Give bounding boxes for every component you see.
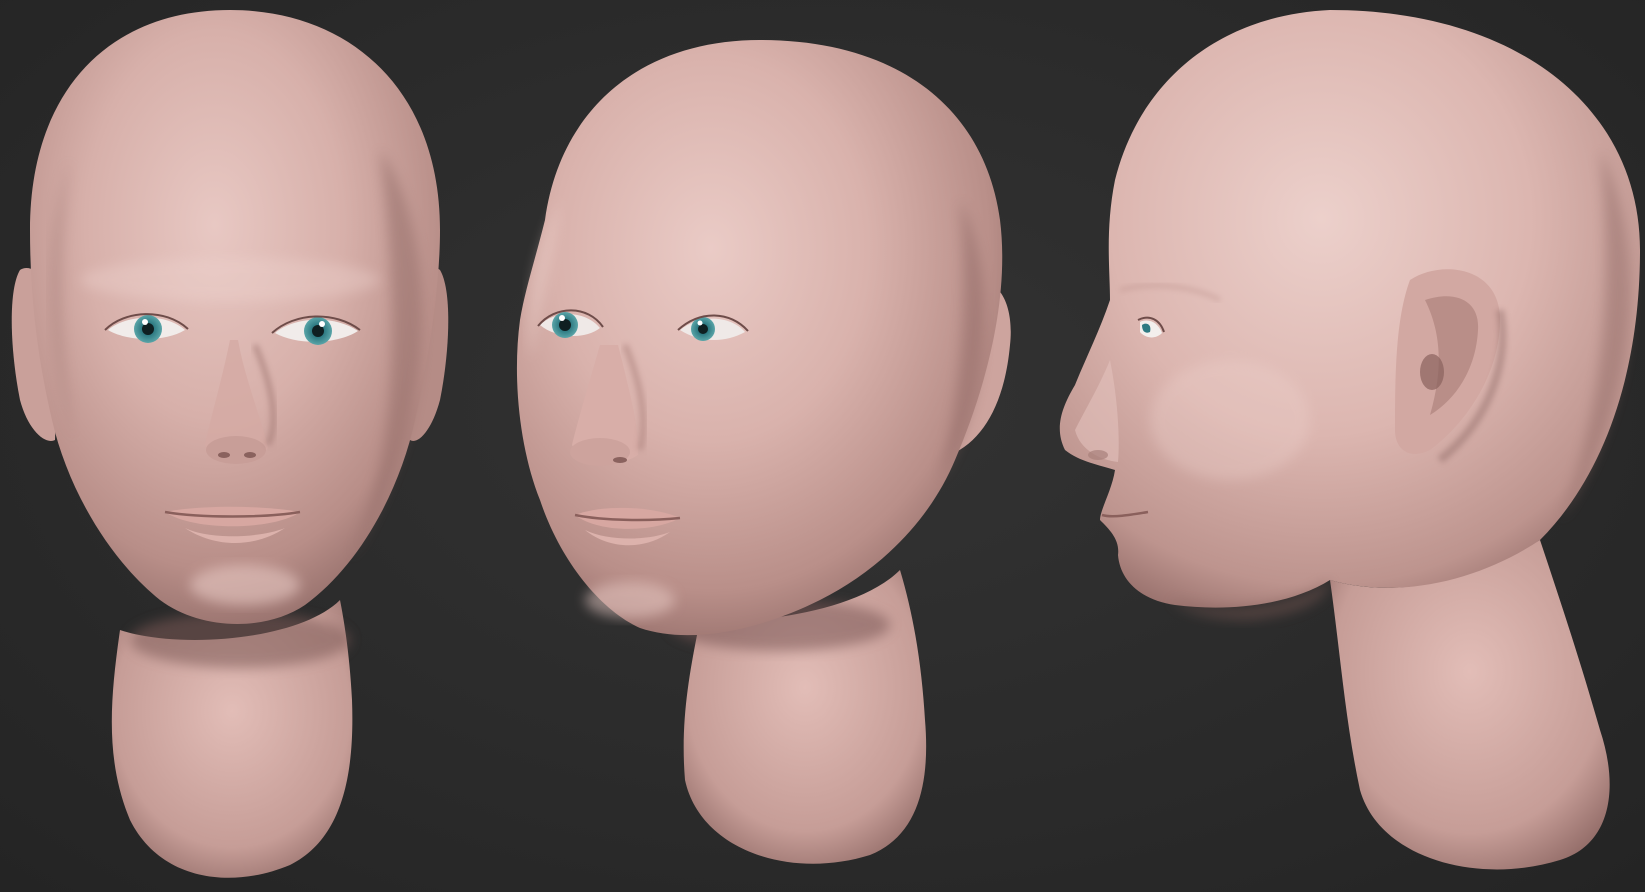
- front-view-head: [11, 10, 449, 878]
- tq-face: [516, 40, 1003, 636]
- render-canvas: [11, 10, 1640, 878]
- front-face: [30, 10, 440, 624]
- three-quarter-view-head: [516, 40, 1011, 864]
- side-profile-view-head: [1059, 10, 1640, 870]
- side-face: [1059, 10, 1640, 608]
- render-viewport: [0, 0, 1645, 892]
- side-neck: [1330, 540, 1610, 870]
